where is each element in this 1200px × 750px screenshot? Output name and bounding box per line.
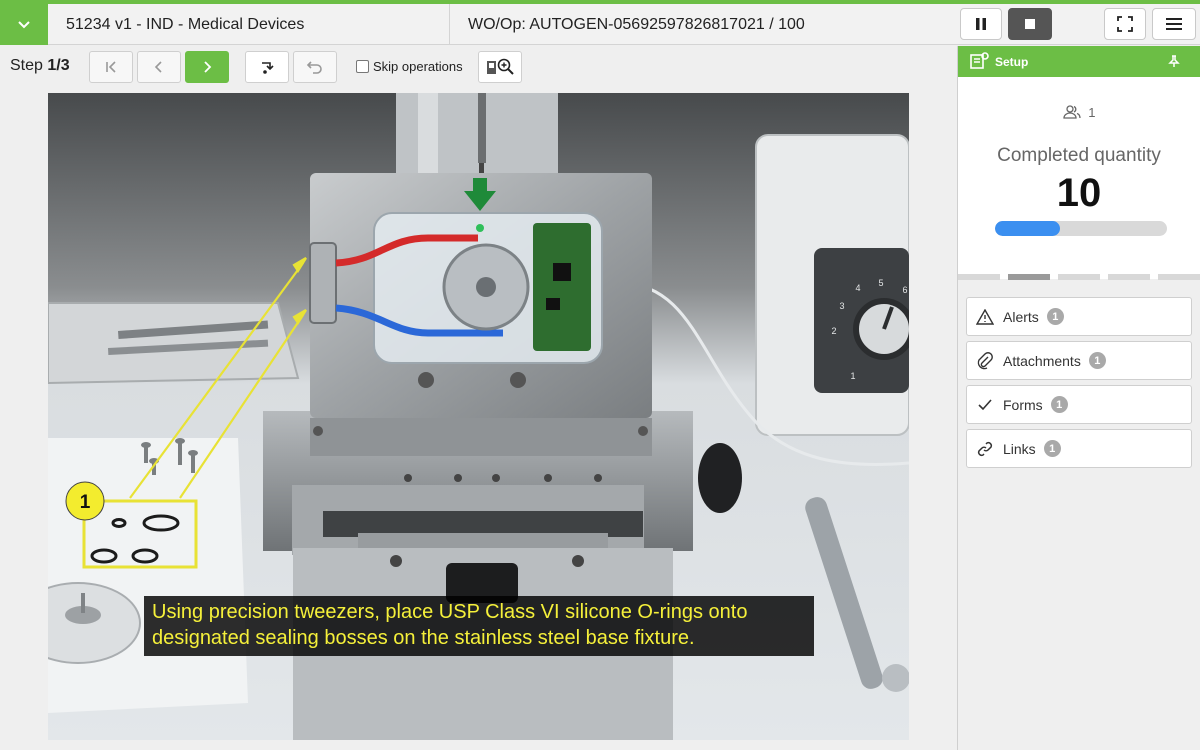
- setup-panel-title: Setup: [995, 55, 1029, 69]
- panel-page-indicator-3[interactable]: [1058, 274, 1100, 280]
- dial-number-2: 2: [831, 326, 836, 336]
- hamburger-menu-icon: [1166, 18, 1182, 30]
- previous-step-button[interactable]: [137, 51, 181, 83]
- completed-quantity-label: Completed quantity: [997, 145, 1161, 166]
- links-button[interactable]: Links 1: [966, 429, 1192, 468]
- collapse-toggle-button[interactable]: [0, 4, 48, 45]
- dial-number-3: 3: [839, 301, 844, 311]
- attachments-button[interactable]: Attachments 1: [966, 341, 1192, 380]
- panel-page-indicator-2[interactable]: [1008, 274, 1050, 280]
- routing-title: 51234 v1 - IND - Medical Devices: [66, 16, 305, 33]
- skip-to-first-icon: [106, 61, 116, 73]
- redirect-step-button[interactable]: [245, 51, 289, 83]
- setup-panel-header: Setup: [958, 46, 1200, 77]
- instruction-caption: Using precision tweezers, place USP Clas…: [144, 596, 814, 656]
- chevron-right-icon: [204, 61, 212, 73]
- pause-icon: [976, 18, 986, 30]
- forms-count-badge: 1: [1050, 396, 1068, 413]
- zoom-in-icon: [487, 58, 514, 75]
- setup-icon: [970, 52, 989, 69]
- completed-quantity-value: 10: [1056, 171, 1102, 215]
- control-dial: [853, 298, 909, 360]
- operator-count-value: 1: [1088, 105, 1096, 120]
- attachments-label: Attachments: [1003, 352, 1081, 369]
- callout-number: 1: [80, 492, 91, 513]
- dial-number-6: 6: [902, 285, 907, 295]
- header-divider: [449, 4, 450, 45]
- attachments-count-badge: 1: [1088, 352, 1106, 369]
- step-indicator: Step 1/3: [10, 57, 70, 75]
- alerts-button[interactable]: Alerts 1: [966, 297, 1192, 336]
- fullscreen-button[interactable]: [1104, 8, 1146, 40]
- completion-progress-bar: [995, 221, 1167, 236]
- header-bar: 51234 v1 - IND - Medical Devices WO/Op: …: [0, 4, 1200, 45]
- stop-button[interactable]: [1008, 8, 1052, 40]
- side-clamp: [309, 242, 337, 324]
- warning-icon: [976, 308, 994, 325]
- stop-icon: [1025, 19, 1035, 29]
- next-step-button[interactable]: [185, 51, 229, 83]
- pause-button[interactable]: [960, 8, 1002, 40]
- forms-button[interactable]: Forms 1: [966, 385, 1192, 424]
- step-prefix: Step: [10, 57, 43, 74]
- skip-operations-checkbox[interactable]: [356, 60, 369, 73]
- setup-panel: 1 Completed quantity 10: [958, 77, 1200, 279]
- dial-number-1: 1: [850, 371, 855, 381]
- work-order-label: WO/Op: AUTOGEN-05692597826817021 / 100: [468, 16, 805, 33]
- main-menu-button[interactable]: [1152, 8, 1196, 40]
- panel-page-indicator-1[interactable]: [958, 274, 1000, 280]
- dial-number-4: 4: [855, 283, 860, 293]
- panel-page-indicator-4[interactable]: [1108, 274, 1150, 280]
- stage-knob-side: [698, 443, 742, 513]
- undo-button[interactable]: [293, 51, 337, 83]
- completion-progress-fill: [995, 221, 1061, 236]
- first-step-button[interactable]: [89, 51, 133, 83]
- fullscreen-icon: [1117, 16, 1133, 32]
- links-label: Links: [1003, 440, 1036, 457]
- step-toolbar: Step 1/3 Skip operations: [0, 46, 957, 88]
- alerts-label: Alerts: [1003, 308, 1039, 325]
- zoom-image-button[interactable]: [478, 51, 522, 83]
- chevron-left-icon: [154, 61, 162, 73]
- o-ring-card: [48, 438, 248, 713]
- users-icon: [1062, 105, 1081, 119]
- skip-operations-toggle[interactable]: Skip operations: [356, 59, 463, 74]
- alerts-count-badge: 1: [1046, 308, 1064, 325]
- paperclip-icon: [977, 351, 993, 369]
- step-redirect-icon: [262, 62, 274, 74]
- link-icon: [977, 441, 993, 456]
- undo-icon: [306, 61, 322, 74]
- operator-count: 1: [958, 105, 1200, 120]
- links-count-badge: 1: [1043, 440, 1061, 457]
- skip-operations-label: Skip operations: [373, 59, 463, 74]
- panel-page-indicator-5[interactable]: [1158, 274, 1200, 280]
- pin-icon[interactable]: [1168, 55, 1180, 68]
- control-pcb: [533, 223, 591, 351]
- step-value: 1/3: [47, 57, 70, 74]
- forms-label: Forms: [1003, 396, 1043, 413]
- dial-number-5: 5: [878, 278, 883, 288]
- checkmark-icon: [978, 398, 992, 410]
- chevron-down-icon: [18, 20, 30, 28]
